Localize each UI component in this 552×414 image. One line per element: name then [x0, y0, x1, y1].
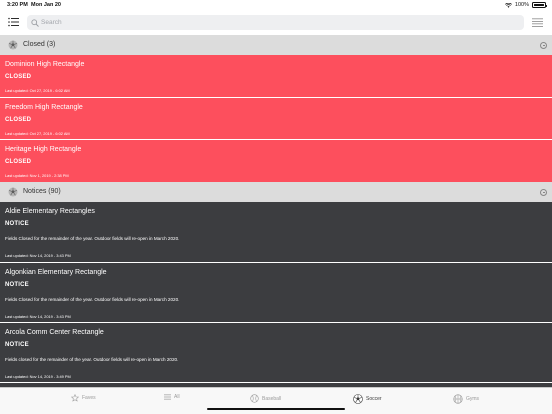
- field-name: Algonkian Elementary Rectangle: [5, 269, 107, 276]
- battery-icon: [532, 2, 548, 8]
- tab-label: Gyms: [466, 396, 480, 402]
- field-name: Dominion High Rectangle: [5, 61, 85, 68]
- search-input[interactable]: [41, 15, 511, 30]
- collapse-icon[interactable]: [540, 41, 547, 49]
- star-icon: [71, 394, 79, 402]
- status-date: Mon Jan 20: [31, 2, 61, 8]
- status-time: 3:20 PM: [7, 2, 28, 8]
- tab-label: Soccer: [366, 396, 382, 402]
- tab-label: Faves: [82, 395, 96, 401]
- baseball-icon: [250, 394, 259, 403]
- last-updated: Last updated: Nov 14, 2019 - 3:49 PM: [5, 374, 71, 379]
- section-header-closed[interactable]: Closed (3): [0, 35, 552, 55]
- list-item[interactable]: Dominion High Rectangle CLOSED Last upda…: [0, 55, 552, 97]
- tab-label: Baseball: [262, 395, 282, 402]
- last-updated: Last updated: Oct 27, 2019 - 6:02 AM: [5, 88, 70, 93]
- section-header-notices[interactable]: Notices (90): [0, 182, 552, 202]
- collapse-icon[interactable]: [540, 188, 547, 196]
- field-name: Arcola Comm Center Rectangle: [5, 329, 104, 336]
- last-updated: Last updated: Nov 14, 2019 - 3:43 PM: [5, 253, 71, 258]
- list-item[interactable]: Algonkian Elementary Rectangle NOTICE Fi…: [0, 263, 552, 323]
- list-item[interactable]: Freedom High Rectangle CLOSED Last updat…: [0, 98, 552, 140]
- soccer-ball-icon: [8, 40, 18, 50]
- field-name: Heritage High Rectangle: [5, 146, 82, 153]
- tab-baseball[interactable]: Baseball: [250, 394, 281, 403]
- list-view-icon[interactable]: [8, 17, 19, 27]
- status-label: NOTICE: [5, 221, 29, 227]
- tab-faves[interactable]: Faves: [71, 394, 96, 402]
- status-label: CLOSED: [5, 117, 32, 123]
- wifi-icon: [504, 2, 512, 8]
- status-bar: 3:20 PM Mon Jan 20 100%: [0, 0, 552, 11]
- status-label: NOTICE: [5, 342, 29, 348]
- soccer-ball-icon: [8, 187, 18, 197]
- last-updated: Last updated: Oct 27, 2019 - 6:02 AM: [5, 131, 70, 136]
- notice-description: Fields closed for the remainder of the y…: [5, 357, 179, 362]
- status-label: CLOSED: [5, 74, 32, 80]
- top-bar: [0, 11, 552, 35]
- home-indicator[interactable]: [207, 408, 345, 410]
- tab-label: All: [174, 394, 180, 400]
- notice-description: Fields Closed for the remainder of the y…: [5, 236, 180, 241]
- tab-all[interactable]: All: [164, 394, 180, 400]
- notice-description: Fields Closed for the remainder of the y…: [5, 297, 180, 302]
- search-icon: [31, 18, 39, 27]
- status-label: CLOSED: [5, 159, 32, 165]
- list-icon: [164, 394, 171, 400]
- tab-gyms[interactable]: Gyms: [453, 394, 479, 404]
- tab-soccer[interactable]: Soccer: [353, 394, 382, 404]
- battery-percent: 100%: [514, 2, 529, 8]
- section-title: Closed (3): [23, 41, 56, 48]
- last-updated: Last updated: Nov 1, 2019 - 2:38 PM: [5, 173, 69, 178]
- last-updated: Last updated: Nov 14, 2019 - 3:43 PM: [5, 314, 71, 319]
- soccer-ball-icon: [353, 394, 363, 404]
- list-item[interactable]: Arcola Comm Center Rectangle NOTICE Fiel…: [0, 323, 552, 383]
- hamburger-menu-icon[interactable]: [532, 18, 543, 27]
- field-name: Aldie Elementary Rectangles: [5, 208, 95, 215]
- field-name: Freedom High Rectangle: [5, 104, 83, 111]
- status-indicators: 100%: [504, 2, 548, 8]
- search-bar: [27, 15, 524, 30]
- status-label: NOTICE: [5, 282, 29, 288]
- list-item[interactable]: Heritage High Rectangle CLOSED Last upda…: [0, 140, 552, 182]
- section-title: Notices (90): [23, 188, 61, 195]
- basketball-icon: [453, 394, 463, 404]
- list-item[interactable]: Aldie Elementary Rectangles NOTICE Field…: [0, 202, 552, 262]
